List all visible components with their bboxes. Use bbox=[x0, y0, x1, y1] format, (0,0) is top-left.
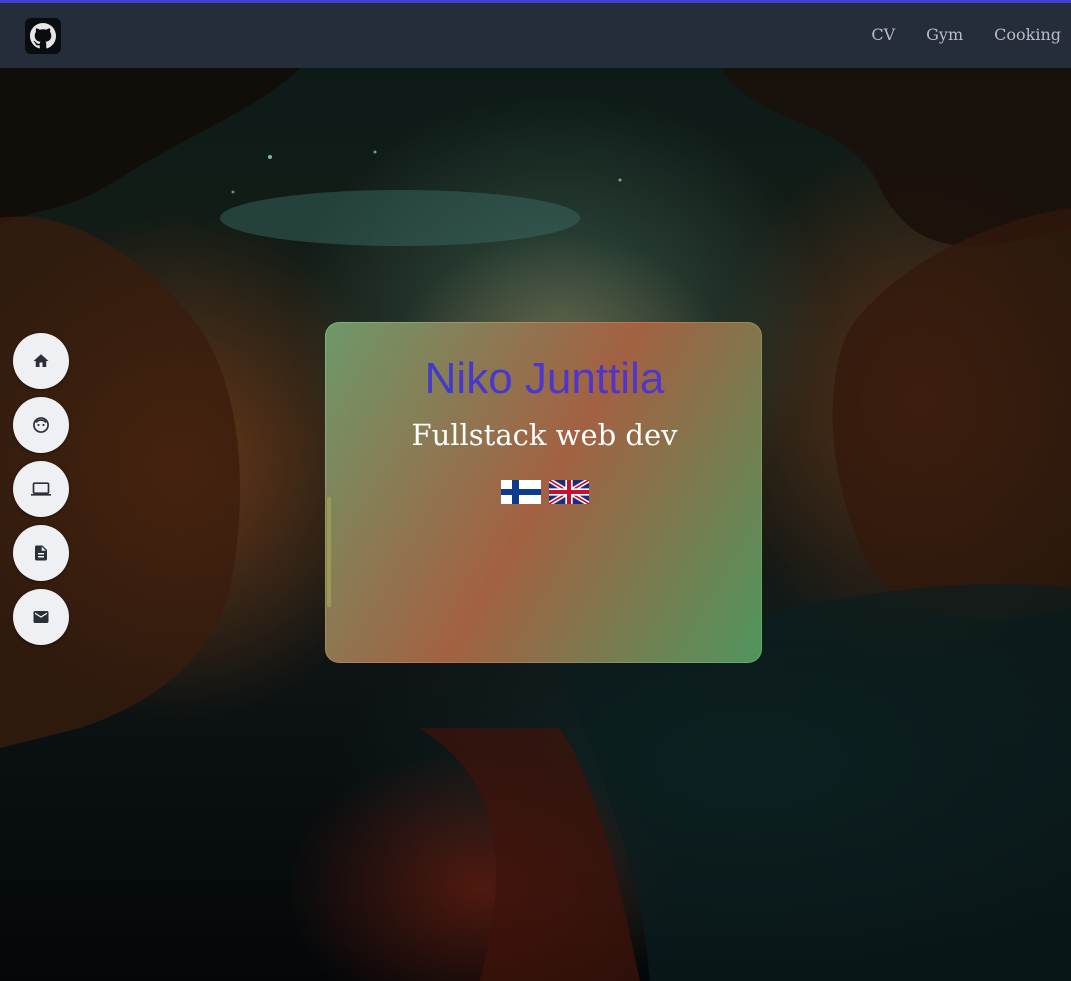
laptop-icon bbox=[31, 482, 51, 496]
github-mark bbox=[30, 23, 56, 49]
mail-icon bbox=[33, 611, 49, 623]
github-icon[interactable] bbox=[25, 18, 61, 54]
document-icon bbox=[35, 545, 47, 561]
side-nav-contact-button[interactable] bbox=[13, 589, 69, 645]
finnish-flag-icon[interactable] bbox=[500, 480, 541, 504]
card-scrollbar[interactable] bbox=[327, 497, 331, 607]
uk-flag-icon[interactable] bbox=[548, 480, 589, 504]
nav-link-cv[interactable]: CV bbox=[840, 23, 895, 46]
side-nav-home-button[interactable] bbox=[13, 333, 69, 389]
side-nav-cv-button[interactable] bbox=[13, 525, 69, 581]
hero-name: Niko Junttila bbox=[326, 353, 763, 405]
nav-link-cooking[interactable]: Cooking bbox=[963, 23, 1061, 46]
hero-subtitle: Fullstack web dev bbox=[411, 418, 678, 452]
side-nav-about-button[interactable] bbox=[13, 397, 69, 453]
home-icon bbox=[33, 354, 49, 367]
hero-card: Niko Junttila Fullstack web dev bbox=[325, 322, 762, 663]
language-switcher bbox=[326, 480, 763, 504]
nav-links: CV Gym Cooking bbox=[840, 23, 1061, 46]
navbar: CV Gym Cooking bbox=[0, 3, 1071, 68]
face-icon bbox=[33, 417, 49, 433]
nav-link-gym[interactable]: Gym bbox=[895, 23, 963, 46]
side-nav bbox=[13, 333, 69, 653]
side-nav-projects-button[interactable] bbox=[13, 461, 69, 517]
page: CV Gym Cooking Niko Junttila Fullstack w… bbox=[0, 0, 1071, 981]
